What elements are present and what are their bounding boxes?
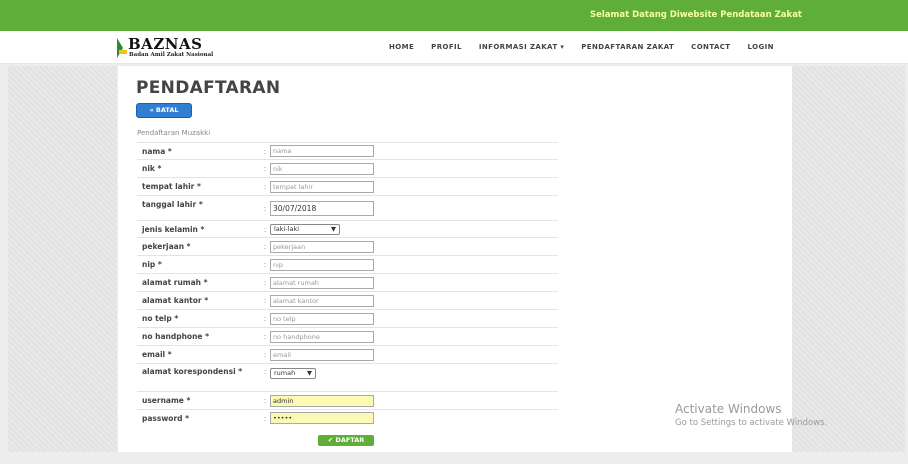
field-label: no handphone *: [137, 327, 260, 346]
form-row-tanggal-lahir: tanggal lahir * : 30/07/2018: [137, 195, 558, 221]
form-subtitle: Pendaftaran Muzakki: [137, 129, 211, 137]
nik-input[interactable]: nik: [270, 162, 374, 175]
separator: :: [260, 309, 270, 328]
welcome-text: Selamat Datang Diwebsite Pendataan Zakat: [589, 10, 802, 20]
field-label: pekerjaan *: [137, 237, 260, 256]
logo-mark-icon: [117, 38, 123, 58]
username-input[interactable]: admin: [270, 394, 374, 407]
alamat-rumah-input[interactable]: alamat rumah: [270, 276, 374, 289]
tempat-lahir-input[interactable]: tempat lahir: [270, 180, 374, 193]
top-bar: Selamat Datang Diwebsite Pendataan Zakat: [0, 0, 908, 31]
form-row-password: password * : •••••: [137, 409, 558, 427]
logo-title: BAZNAS: [128, 35, 203, 53]
tanggal-lahir-input[interactable]: 30/07/2018: [270, 200, 374, 216]
field-label: password *: [137, 409, 260, 427]
separator: :: [260, 255, 270, 274]
windows-activation-watermark: Activate Windows Go to Settings to activ…: [675, 402, 827, 428]
dropdown-arrow-icon: ▼: [331, 224, 336, 233]
main-menu: HOME PROFIL INFORMASI ZAKAT ▾ PENDAFTARA…: [389, 43, 791, 51]
form-row-no-telp: no telp * : no telp: [137, 309, 558, 328]
registration-form: nama * : nama nik * : nik tempat lahir *…: [137, 142, 558, 427]
field-label: jenis kelamin *: [137, 220, 260, 238]
separator: :: [260, 159, 270, 178]
menu-informasi-zakat[interactable]: INFORMASI ZAKAT ▾: [479, 43, 564, 51]
no-handphone-input[interactable]: no handphone: [270, 330, 374, 343]
field-label: nik *: [137, 159, 260, 178]
form-row-jenis-kelamin: jenis kelamin * : laki-laki ▼: [137, 220, 558, 238]
field-label: tempat lahir *: [137, 177, 260, 196]
jenis-kelamin-select[interactable]: laki-laki ▼: [270, 223, 340, 235]
selected-value: laki-laki: [274, 224, 300, 233]
separator: :: [260, 237, 270, 256]
separator: :: [260, 291, 270, 310]
menu-profil[interactable]: PROFIL: [431, 43, 462, 51]
no-telp-input[interactable]: no telp: [270, 312, 374, 325]
field-label: nama *: [137, 142, 260, 160]
form-row-alamat-kantor: alamat kantor * : alamat kantor: [137, 291, 558, 310]
selected-value: rumah: [274, 369, 296, 377]
field-label: alamat korespondensi *: [137, 363, 260, 392]
form-row-email: email * : email: [137, 345, 558, 364]
separator: :: [260, 409, 270, 427]
dropdown-arrow-icon: ▼: [307, 369, 312, 377]
separator: :: [260, 327, 270, 346]
pekerjaan-input[interactable]: pekerjaan: [270, 240, 374, 253]
logo-accent-icon: [119, 50, 127, 54]
field-label: email *: [137, 345, 260, 364]
separator: :: [260, 391, 270, 410]
field-label: alamat rumah *: [137, 273, 260, 292]
nama-input[interactable]: nama: [270, 145, 374, 157]
daftar-button[interactable]: ✔ DAFTAR: [318, 435, 374, 446]
separator: :: [260, 363, 270, 392]
batal-button[interactable]: « BATAL: [137, 104, 191, 117]
separator: :: [260, 345, 270, 364]
separator: :: [260, 195, 270, 221]
separator: :: [260, 273, 270, 292]
menu-pendaftaran-zakat[interactable]: PENDAFTARAN ZAKAT: [581, 43, 674, 51]
menu-contact[interactable]: CONTACT: [691, 43, 730, 51]
watermark-title: Activate Windows: [675, 402, 782, 416]
menu-home[interactable]: HOME: [389, 43, 414, 51]
form-row-username: username * : admin: [137, 391, 558, 410]
form-row-tempat-lahir: tempat lahir * : tempat lahir: [137, 177, 558, 196]
form-row-no-handphone: no handphone * : no handphone: [137, 327, 558, 346]
field-label: username *: [137, 391, 260, 410]
logo-subtitle: Badan Amil Zakat Nasional: [129, 52, 214, 58]
field-label: no telp *: [137, 309, 260, 328]
email-input[interactable]: email: [270, 348, 374, 361]
password-input[interactable]: •••••: [270, 412, 374, 425]
field-label: nip *: [137, 255, 260, 274]
field-label: tanggal lahir *: [137, 195, 260, 221]
alamat-kantor-input[interactable]: alamat kantor: [270, 294, 374, 307]
left-pattern: [8, 66, 117, 452]
form-row-nik: nik * : nik: [137, 159, 558, 178]
navbar: BAZNAS Badan Amil Zakat Nasional HOME PR…: [0, 31, 908, 64]
form-row-pekerjaan: pekerjaan * : pekerjaan: [137, 237, 558, 256]
form-row-alamat-rumah: alamat rumah * : alamat rumah: [137, 273, 558, 292]
nip-input[interactable]: nip: [270, 258, 374, 271]
page-title: PENDAFTARAN: [136, 78, 281, 98]
menu-login[interactable]: LOGIN: [747, 43, 773, 51]
korespondensi-select[interactable]: rumah ▼: [270, 368, 316, 379]
separator: :: [260, 220, 270, 238]
watermark-subtitle: Go to Settings to activate Windows.: [675, 418, 828, 428]
form-row-nip: nip * : nip: [137, 255, 558, 274]
right-pattern: [792, 66, 905, 452]
field-label: alamat kantor *: [137, 291, 260, 310]
separator: :: [260, 142, 270, 160]
form-row-alamat-korespondensi: alamat korespondensi * : rumah ▼: [137, 363, 558, 392]
form-row-nama: nama * : nama: [137, 142, 558, 160]
separator: :: [260, 177, 270, 196]
